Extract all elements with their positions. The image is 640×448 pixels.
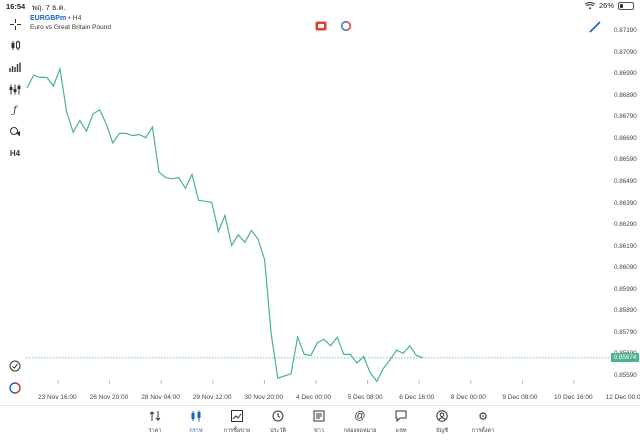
x-tick-label: 28 Nov 04:00	[141, 394, 180, 401]
x-tick-label: 8 Dec 00:00	[450, 394, 486, 401]
price-axis: 0.87190 0.87090 0.86990 0.86890 0.86790 0.866…	[610, 0, 640, 390]
indicator-bars-icon[interactable]	[5, 81, 25, 97]
nav-item-label: ข่าว	[314, 428, 324, 434]
indicators-icon[interactable]	[5, 59, 25, 75]
nav-item-0[interactable]: ราคา	[135, 410, 175, 435]
bottom-nav: ราคา กราฟ การซื้อขาย ประวัติ ข่าว @ กล่องจดหมา…	[0, 405, 640, 448]
status-date: พฤ. 7 ธ.ค.	[32, 3, 66, 12]
wifi-icon	[584, 1, 595, 10]
y-tick-label: 0.85890	[614, 307, 637, 315]
nav-item-4[interactable]: ข่าว	[299, 410, 339, 435]
current-price-tag: 0.85674	[611, 353, 639, 363]
nav-item-label: บัญชี	[436, 428, 448, 434]
nav-item-1[interactable]: กราฟ	[176, 410, 216, 435]
chart-candles-icon	[176, 410, 216, 424]
function-icon[interactable]: ƒ	[5, 102, 25, 118]
y-tick-label: 0.86090	[614, 264, 637, 272]
nav-item-3[interactable]: ประวัติ	[258, 410, 298, 435]
nav-item-label: การตั้งค่า	[471, 428, 495, 434]
y-tick-label: 0.86990	[614, 70, 637, 78]
status-bar: 16:54 พฤ. 7 ธ.ค. 26%	[0, 0, 640, 12]
crosshair-icon[interactable]	[5, 16, 25, 32]
nav-item-8[interactable]: ⚙ การตั้งค่า	[463, 410, 503, 435]
y-tick-label: 0.85990	[614, 285, 637, 293]
y-tick-label: 0.86290	[614, 221, 637, 229]
nav-item-5[interactable]: @ กล่องจดหมาย	[340, 410, 380, 435]
quotes-arrows-icon	[135, 410, 175, 424]
x-tick-label: 9 Dec 08:00	[502, 394, 538, 401]
nav-item-label: ราคา	[148, 428, 162, 434]
nav-item-label: แชท	[395, 428, 407, 434]
time-axis: 23 Nov 16:00 26 Nov 20:00 28 Nov 04:00 29 N…	[0, 394, 640, 404]
one-click-trade-icon[interactable]	[5, 358, 25, 374]
x-tick-label: 5 Dec 08:00	[347, 394, 383, 401]
price-series-line	[26, 66, 424, 383]
x-tick-label: 23 Nov 16:00	[38, 394, 77, 401]
trade-chart-icon	[217, 410, 257, 424]
y-tick-label: 0.86590	[614, 156, 637, 164]
x-tick-label: 4 Dec 00:00	[296, 394, 332, 401]
news-icon	[299, 410, 339, 424]
x-tick-label: 30 Nov 20:00	[244, 394, 284, 401]
y-tick-label: 0.87090	[614, 48, 637, 56]
timeframe-label[interactable]: H4	[5, 145, 25, 161]
x-tick-label: 29 Nov 12:00	[192, 394, 232, 401]
candles-icon[interactable]	[5, 37, 25, 53]
y-tick-label: 0.86490	[614, 177, 637, 185]
y-tick-label: 0.86890	[614, 91, 637, 99]
x-tick-label: 10 Dec 16:00	[554, 394, 593, 401]
chart-svg[interactable]	[26, 14, 609, 384]
x-tick-label: 6 Dec 16:00	[399, 394, 435, 401]
y-tick-label: 0.85790	[614, 328, 637, 336]
nav-item-label: ประวัติ	[269, 428, 287, 434]
y-tick-label: 0.87190	[614, 27, 637, 34]
y-tick-label: 0.86790	[614, 113, 637, 121]
settings-gear-icon: ⚙	[478, 411, 488, 423]
y-tick-label: 0.85590	[614, 372, 637, 379]
history-clock-icon	[258, 410, 298, 424]
x-tick-label: 26 Nov 20:00	[89, 394, 129, 401]
mailbox-at-icon: @	[354, 410, 366, 422]
nav-item-label: กล่องจดหมาย	[343, 428, 377, 434]
price-chart[interactable]	[26, 14, 609, 384]
nav-item-6[interactable]: แชท	[381, 410, 421, 435]
y-tick-label: 0.86390	[614, 199, 637, 207]
status-time: 16:54	[6, 2, 26, 11]
chat-icon	[381, 410, 421, 424]
nav-item-2[interactable]: การซื้อขาย	[217, 410, 257, 435]
nav-item-label: กราฟ	[189, 428, 203, 434]
nav-item-7[interactable]: บัญชี	[422, 410, 462, 435]
objects-icon[interactable]	[5, 123, 25, 139]
y-tick-label: 0.86190	[614, 242, 637, 250]
x-tick-label: 12 Dec 00:00	[605, 394, 640, 401]
nav-item-label: การซื้อขาย	[223, 428, 251, 434]
account-icon	[422, 410, 462, 424]
y-tick-label: 0.86690	[614, 134, 637, 142]
